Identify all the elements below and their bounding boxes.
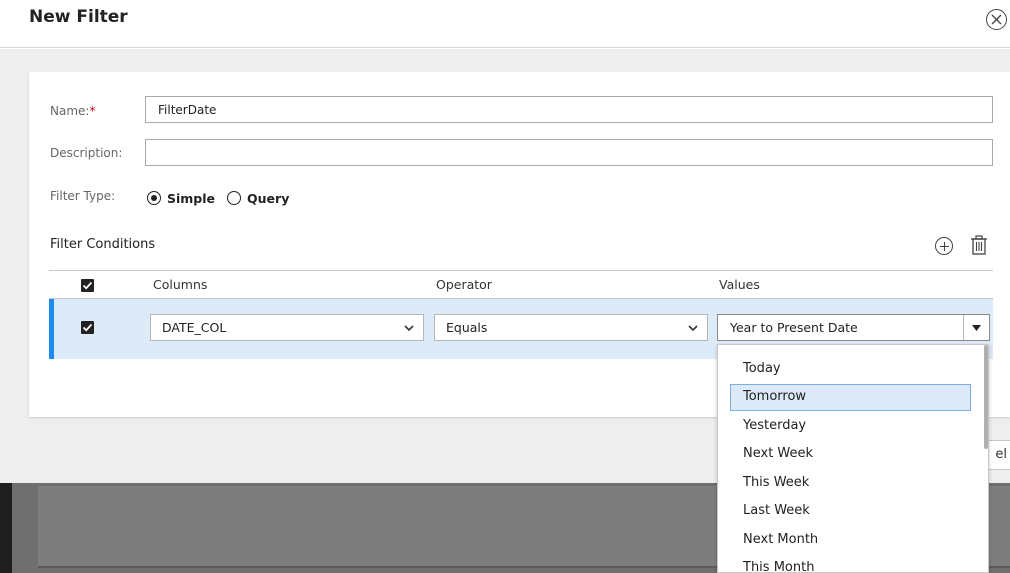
trash-icon <box>971 235 987 255</box>
dialog-title: New Filter <box>29 7 128 27</box>
description-input[interactable] <box>145 139 993 166</box>
delete-condition-button[interactable] <box>970 235 988 255</box>
header-values: Values <box>719 277 760 292</box>
name-label: Name:* <box>50 104 95 118</box>
column-select[interactable]: DATE_COL <box>150 314 424 341</box>
dropdown-option-yesterday[interactable]: Yesterday <box>730 413 971 440</box>
row-checkbox[interactable] <box>81 321 94 334</box>
select-all-checkbox[interactable] <box>81 279 94 292</box>
operator-select-value: Equals <box>446 320 488 335</box>
filter-type-label: Filter Type: <box>50 189 116 203</box>
dialog-header: New Filter <box>0 0 1010 48</box>
values-dropdown-list: Today Tomorrow Yesterday Next Week This … <box>717 344 989 573</box>
chevron-down-icon <box>688 325 698 332</box>
chevron-down-icon <box>404 325 414 332</box>
radio-query[interactable] <box>227 191 242 205</box>
dropdown-option-next-month[interactable]: Next Month <box>730 527 971 554</box>
radio-simple-label: Simple <box>167 190 216 206</box>
filter-type-radio-group: Simple Query <box>147 189 301 207</box>
backdrop-edge <box>0 483 12 573</box>
header-operator: Operator <box>436 277 492 292</box>
required-mark: * <box>89 104 96 118</box>
conditions-table-header: Columns Operator Values <box>49 270 993 299</box>
dropdown-scrollbar[interactable] <box>984 345 988 449</box>
values-dropdown-toggle[interactable] <box>963 315 989 340</box>
close-button[interactable] <box>986 9 1007 30</box>
values-select-value: Year to Present Date <box>730 320 858 335</box>
header-columns: Columns <box>153 277 208 292</box>
cancel-button-label: el <box>995 447 1007 462</box>
page: New Filter el Name:* Description: Filter… <box>0 0 1010 573</box>
close-icon <box>991 14 1002 25</box>
add-condition-button[interactable] <box>935 237 953 255</box>
checkmark-icon <box>82 323 93 332</box>
name-label-text: Name: <box>50 104 90 118</box>
filter-conditions-title: Filter Conditions <box>50 237 156 252</box>
dropdown-option-tomorrow[interactable]: Tomorrow <box>730 384 971 411</box>
dropdown-option-last-week[interactable]: Last Week <box>730 498 971 525</box>
chevron-down-icon <box>972 325 981 331</box>
radio-query-label: Query <box>247 190 290 206</box>
column-select-value: DATE_COL <box>162 320 227 335</box>
description-label: Description: <box>50 146 123 160</box>
dropdown-option-today[interactable]: Today <box>730 356 971 383</box>
dropdown-option-this-month[interactable]: This Month <box>730 555 971 572</box>
values-select[interactable]: Year to Present Date <box>717 314 990 341</box>
radio-simple[interactable] <box>147 191 161 205</box>
name-input[interactable] <box>145 96 993 123</box>
dropdown-option-next-week[interactable]: Next Week <box>730 441 971 468</box>
checkmark-icon <box>82 281 93 290</box>
operator-select[interactable]: Equals <box>434 314 708 341</box>
dropdown-option-this-week[interactable]: This Week <box>730 470 971 497</box>
